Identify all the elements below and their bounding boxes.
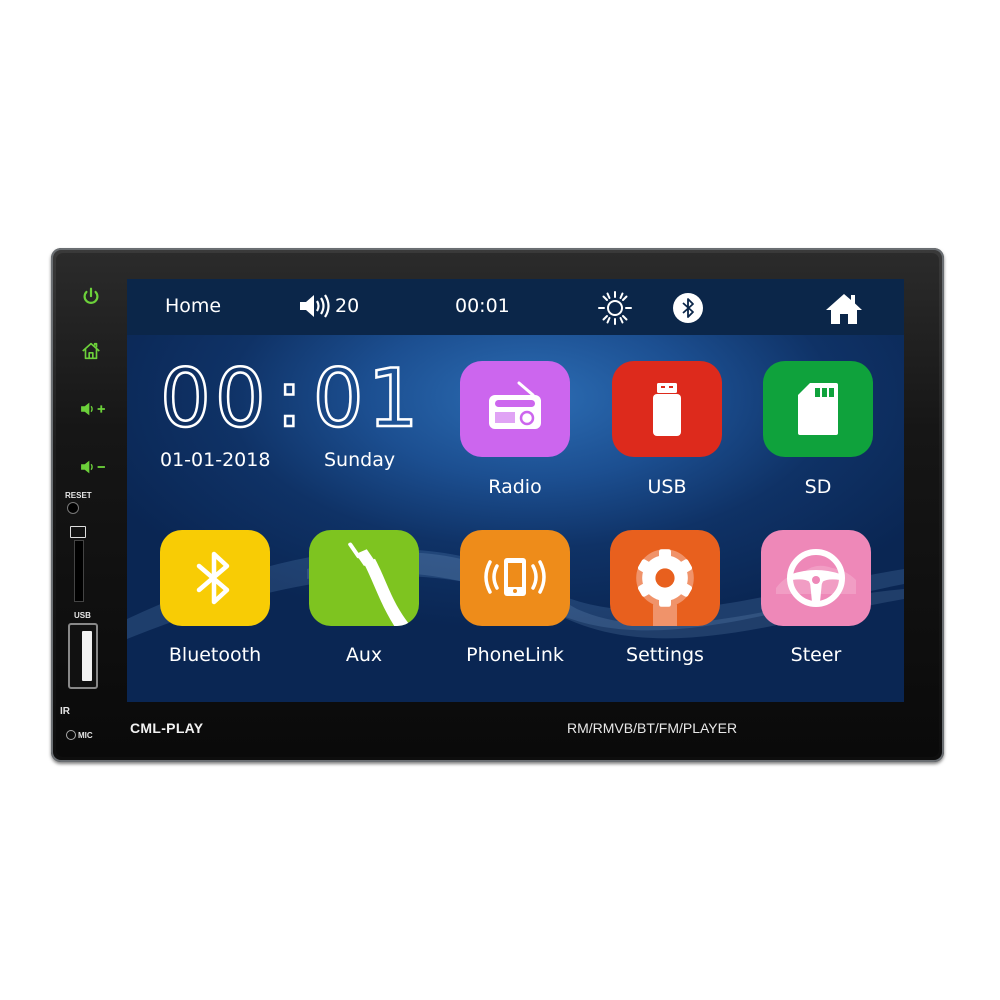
volume-down-button[interactable] [78, 456, 108, 478]
volume-up-button[interactable] [78, 398, 108, 420]
app-radio[interactable] [460, 361, 570, 457]
weekday-label: Sunday [324, 449, 396, 471]
home-side-button[interactable] [78, 340, 104, 362]
volume-indicator[interactable]: 20 [298, 293, 359, 319]
usb-drive-icon [653, 383, 681, 436]
touch-screen: Home 20 00:01 00:01 01-01-2018 Sunday Ra… [127, 279, 904, 702]
date-label: 01-01-2018 [160, 449, 271, 471]
settings-gear-icon [636, 549, 694, 626]
bluetooth-status-button[interactable] [673, 293, 703, 323]
app-usb-label: USB [647, 476, 687, 498]
usb-port [68, 623, 98, 689]
brand-label: CML-PLAY [130, 720, 204, 736]
bluetooth-icon [196, 551, 230, 605]
steering-wheel-icon [776, 549, 856, 607]
radio-icon [489, 381, 541, 429]
brightness-icon[interactable] [597, 290, 633, 326]
volume-up-icon [81, 402, 105, 416]
mic-label: MIC [78, 731, 93, 740]
app-aux-label: Aux [345, 644, 383, 666]
home-icon [82, 342, 100, 360]
aux-cable-icon [348, 542, 411, 626]
volume-down-icon [81, 460, 105, 474]
app-settings-label: Settings [626, 644, 704, 666]
phone-link-icon [484, 558, 546, 596]
speaker-icon [300, 294, 330, 318]
app-aux[interactable] [309, 530, 419, 626]
home-icon[interactable] [824, 292, 864, 326]
formats-label: RM/RMVB/BT/FM/PLAYER [567, 720, 738, 736]
clock-display: 00:01 [159, 352, 423, 445]
bluetooth-icon [682, 298, 694, 318]
mic-hole [66, 730, 76, 740]
power-icon [83, 287, 99, 304]
app-usb[interactable] [612, 361, 722, 457]
app-bluetooth-label: Bluetooth [168, 644, 262, 666]
app-sd[interactable] [763, 361, 873, 457]
reset-button[interactable] [67, 502, 79, 514]
power-button[interactable] [78, 286, 104, 308]
reset-label: RESET [65, 491, 92, 500]
sd-card-icon [798, 383, 838, 435]
app-sd-label: SD [804, 476, 832, 498]
status-bar: Home 20 00:01 [127, 279, 904, 335]
clock-minutes: 01 [312, 352, 423, 445]
app-steer-label: Steer [790, 644, 842, 666]
app-phonelink[interactable] [460, 530, 570, 626]
app-phonelink-label: PhoneLink [466, 644, 564, 666]
app-steer[interactable] [761, 530, 871, 626]
tf-card-icon [70, 526, 86, 538]
tf-card-slot [74, 540, 84, 602]
screen-title: Home [165, 295, 222, 317]
status-time: 00:01 [455, 295, 510, 317]
clock-separator: : [275, 352, 307, 445]
clock-hours: 00 [159, 352, 270, 445]
app-radio-label: Radio [488, 476, 542, 498]
volume-value: 20 [335, 295, 360, 317]
app-bluetooth[interactable] [160, 530, 270, 626]
ir-label: IR [60, 706, 70, 717]
usb-label: USB [74, 611, 91, 620]
app-settings[interactable] [610, 530, 720, 626]
